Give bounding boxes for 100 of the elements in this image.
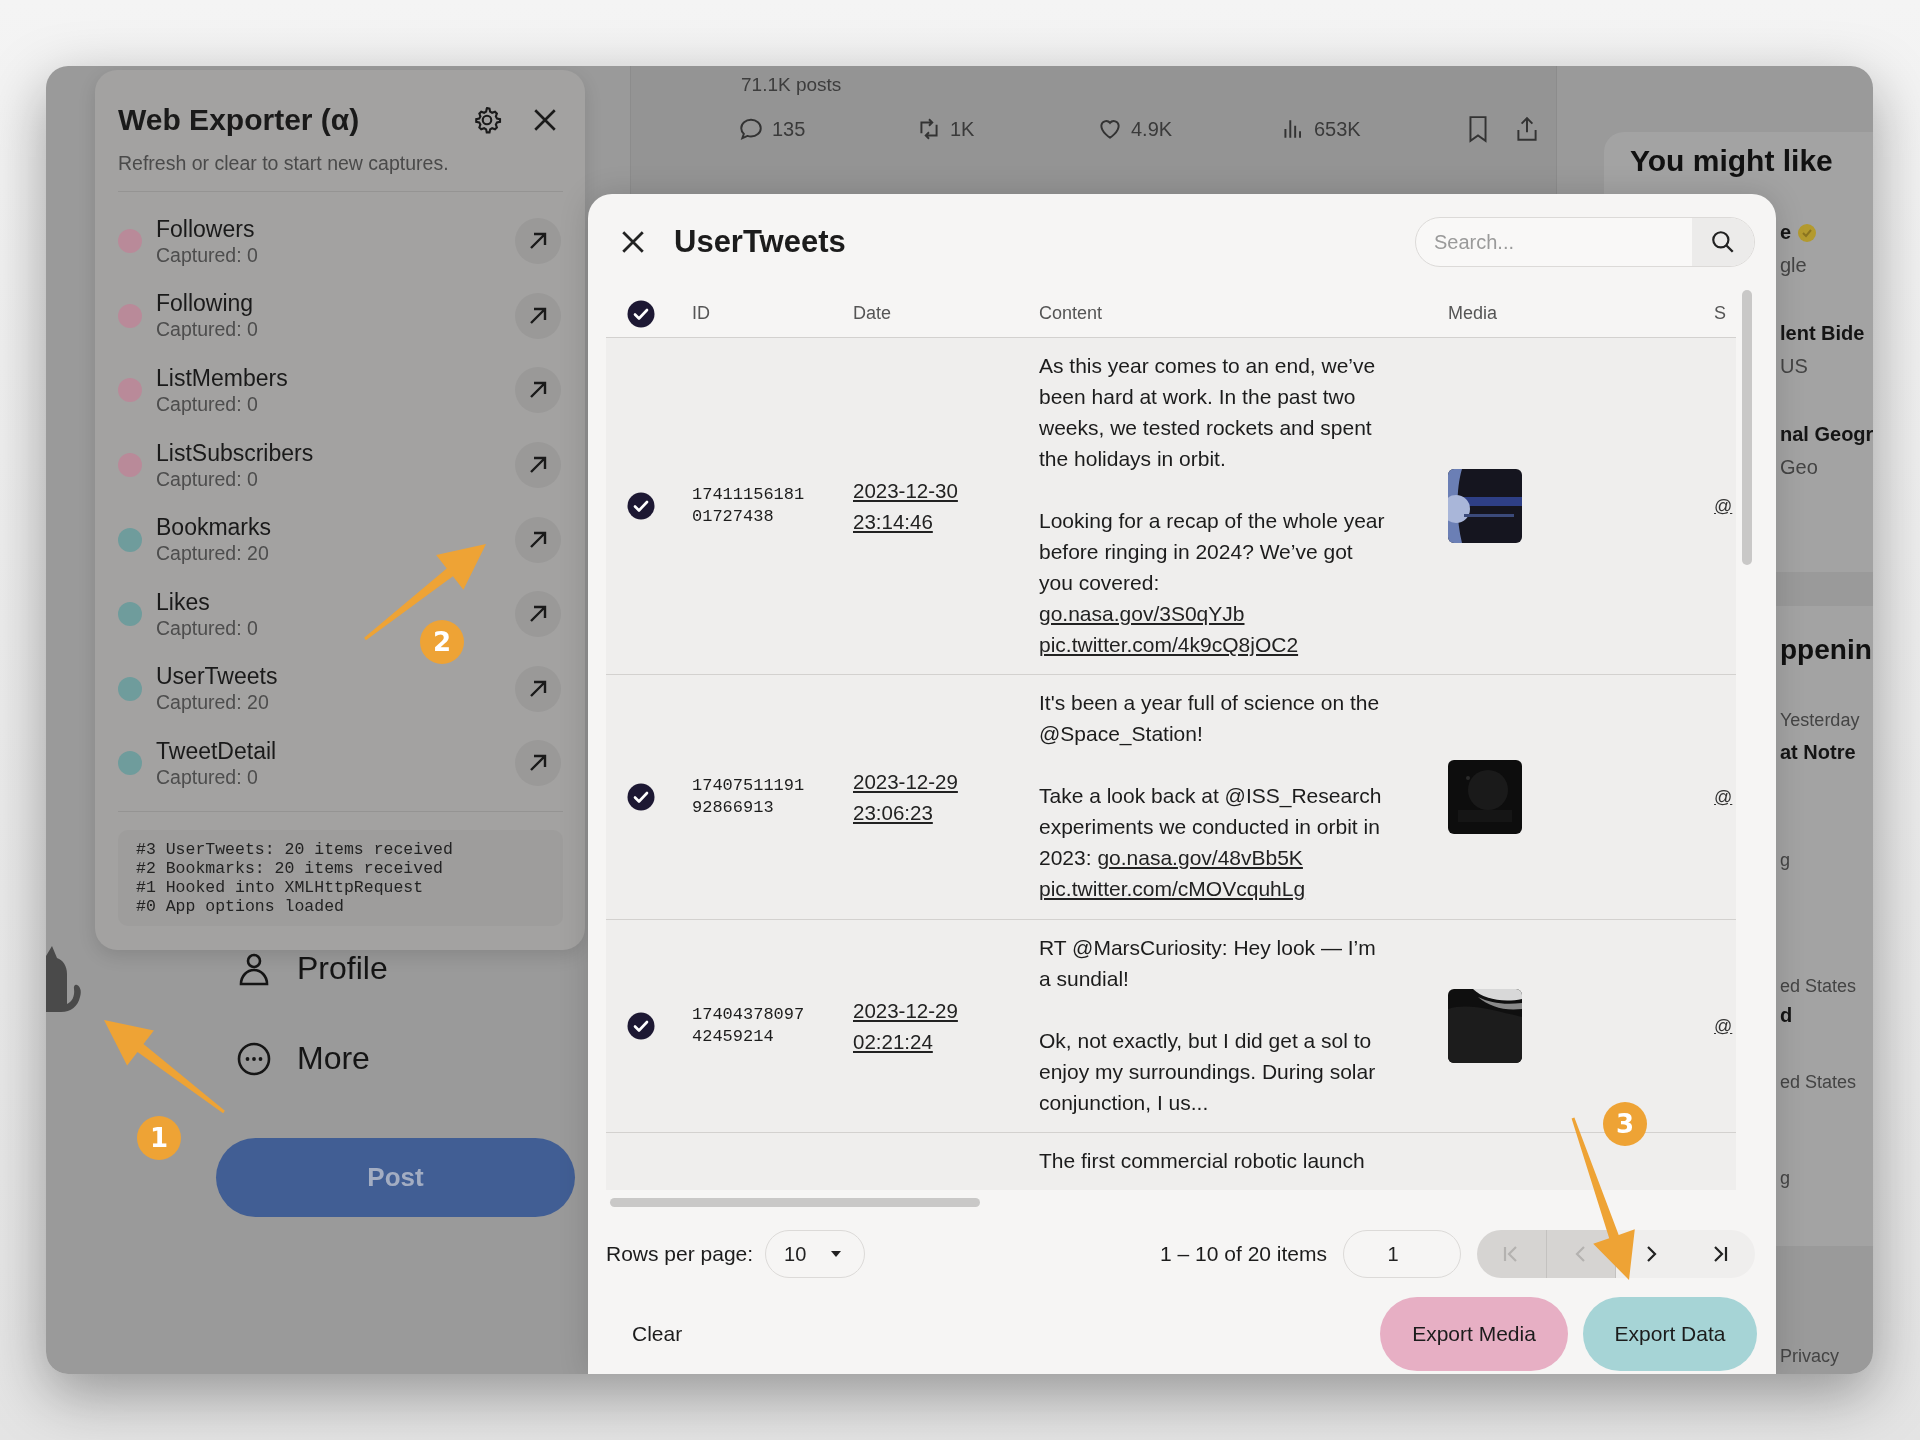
tweet-link[interactable]: go.nasa.gov/3S0qYJb [1039, 602, 1245, 625]
module-name: ListSubscribers [156, 439, 315, 467]
column-header: Date [853, 303, 892, 323]
open-button[interactable] [515, 218, 561, 265]
search-button[interactable] [1692, 218, 1754, 266]
trend-text: ed States [1780, 1072, 1857, 1093]
trend-text: Yesterday [1780, 710, 1860, 731]
trend-text: gle [1780, 254, 1807, 277]
tweet-text: Ok, not exactly, but I did get a sol to enjoy my surroundings. During solar conjunction, I us... [1039, 1028, 1377, 1116]
log-line: #3 UserTweets: 20 items received [136, 839, 454, 859]
table-cell: 1740751119192866913 [692, 775, 805, 819]
nav-link[interactable]: More [297, 1040, 370, 1077]
date-link[interactable]: 2023-12-30 23:14:46 [853, 475, 973, 537]
tweet-text: Looking for a recap of the whole year before ringing in 2024? We’ve got you covered: go.nasa.gov/3S0qYJb pic.twitter.com/4k9cQ8jOC2 [1039, 508, 1386, 658]
tweet-text: Take a look back at @ISS_Research experiments we conducted in orbit in 2023: go.nasa.gov/48vBb5K pic.twitter.com/cMOVcquhLg [1039, 783, 1383, 902]
open-button[interactable] [515, 292, 561, 339]
account-name: e [1780, 221, 1792, 244]
export-media-button[interactable]: Export Media [1380, 1297, 1568, 1371]
mention-link[interactable]: @ [1714, 786, 1733, 807]
account-name: nal Geogr [1780, 423, 1873, 446]
account-name: d [1780, 1004, 1793, 1027]
stat-count: 1K [950, 117, 975, 141]
page-range: 1 – 10 of 20 items [1160, 1242, 1327, 1266]
search-input[interactable]: Search... [1416, 218, 1692, 266]
panel-subtitle: Refresh or clear to start new captures. [118, 152, 563, 192]
stat-count: 135 [772, 117, 806, 141]
open-button[interactable] [515, 442, 561, 489]
tweet-text: As this year comes to an end, we’ve been hard at work. In the past two weeks, we tested rockets and spent the holidays in orbit. [1039, 353, 1377, 472]
close-icon[interactable] [620, 229, 646, 255]
search-field[interactable]: Search... [1415, 217, 1755, 267]
stat-count: 653K [1314, 117, 1361, 141]
column-header: Content [1039, 303, 1103, 323]
mention-link[interactable]: @ [1714, 1015, 1733, 1036]
tweet-link[interactable]: go.nasa.gov/48vBb5K [1097, 846, 1303, 869]
modal-title: UserTweets [674, 224, 847, 260]
more-icon[interactable] [237, 1041, 271, 1076]
column-header: S [1714, 303, 1726, 323]
page-field[interactable]: 1 [1343, 1230, 1461, 1278]
log-line: #1 Hooked into XMLHttpRequest [136, 877, 425, 897]
module-name: Likes [156, 588, 211, 616]
row-checkbox[interactable] [627, 492, 655, 520]
capture-count: Captured: 0 [156, 317, 259, 342]
stat-count: 4.9K [1131, 117, 1173, 141]
share-icon[interactable] [1514, 115, 1540, 143]
nav-link[interactable]: Profile [297, 950, 388, 987]
open-button[interactable] [515, 367, 561, 414]
post-count: 71.1K posts [741, 74, 842, 96]
capture-count: Captured: 20 [156, 690, 270, 715]
close-icon[interactable] [532, 107, 558, 133]
trend-text: US [1780, 355, 1808, 378]
open-button[interactable] [515, 591, 561, 638]
trend-text: Privacy [1780, 1346, 1839, 1367]
export-data-button[interactable]: Export Data [1583, 1297, 1757, 1371]
reply-icon[interactable] [738, 116, 764, 142]
tweet-text: It's been a year full of science on the @Space_Station! [1039, 690, 1381, 748]
column-header: ID [692, 303, 710, 323]
open-button[interactable] [515, 740, 561, 787]
search-icon [1710, 229, 1736, 255]
trend-text: g [1780, 1168, 1790, 1189]
section-heading: ppenin [1780, 634, 1872, 666]
column-header: Media [1448, 303, 1498, 323]
section-heading: You might like [1630, 144, 1833, 178]
select-all-checkbox[interactable] [627, 299, 655, 328]
capture-count: Captured: 20 [156, 541, 270, 566]
settings-icon[interactable] [472, 105, 502, 135]
tweet-link[interactable]: pic.twitter.com/4k9cQ8jOC2 [1039, 633, 1299, 656]
module-name: TweetDetail [156, 737, 278, 765]
date-link[interactable]: 2023-12-29 02:21:24 [853, 995, 973, 1057]
capture-count: Captured: 0 [156, 392, 259, 416]
panel-title: Web Exporter (α) [118, 103, 361, 137]
rows-per-page-label: Rows per page: [606, 1242, 754, 1266]
module-name: Followers [156, 215, 256, 243]
row-checkbox[interactable] [627, 1012, 655, 1040]
profile-icon[interactable] [237, 951, 271, 986]
trend-text: ed States [1780, 976, 1857, 997]
clear-button[interactable]: Clear [588, 1322, 683, 1346]
pagination-button[interactable] [1685, 1230, 1755, 1278]
module-name: Bookmarks [156, 514, 273, 542]
scrollbar[interactable] [1742, 290, 1752, 565]
open-button[interactable] [515, 665, 561, 712]
capture-count: Captured: 0 [156, 466, 259, 491]
row-checkbox[interactable] [627, 783, 655, 811]
scrollbar[interactable] [610, 1198, 980, 1207]
date-link[interactable]: 2023-12-29 23:06:23 [853, 766, 973, 828]
caret-icon [830, 1250, 843, 1258]
table-cell: 1741115618101727438 [692, 484, 805, 528]
open-button[interactable] [515, 516, 561, 563]
mention-link[interactable]: @ [1714, 495, 1733, 516]
tweet-text: RT @MarsCuriosity: Hey look — I’m a sundial! [1039, 935, 1377, 992]
log-line: #0 App options loaded [136, 896, 345, 916]
module-name: ListMembers [156, 365, 289, 392]
capture-count: Captured: 0 [156, 615, 259, 640]
account-name: lent Bide [1780, 322, 1865, 345]
capture-count: Captured: 0 [156, 764, 259, 789]
step-badge: 1 [137, 1116, 181, 1160]
tweet-text: The first commercial robotic launch [1039, 1148, 1366, 1174]
module-name: UserTweets [156, 663, 279, 691]
log-line: #2 Bookmarks: 20 items received [136, 858, 444, 878]
tweet-link[interactable]: pic.twitter.com/cMOVcquhLg [1039, 877, 1306, 900]
table-cell: 1740437809742459214 [692, 1004, 805, 1048]
